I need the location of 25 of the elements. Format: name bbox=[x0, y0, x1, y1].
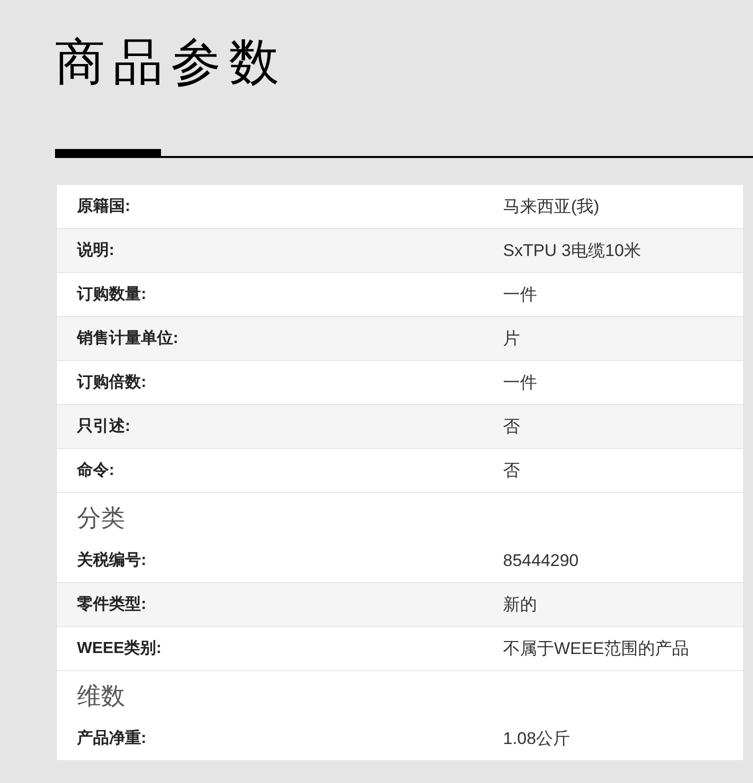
spec-label: 命令: bbox=[76, 460, 116, 480]
spec-label: 关税编号: bbox=[76, 550, 148, 570]
spec-value: 马来西亚(我) bbox=[503, 196, 600, 218]
spec-value: SxTPU 3电缆10米 bbox=[503, 240, 641, 262]
spec-value: 85444290 bbox=[503, 550, 579, 572]
spec-value: 1.08公斤 bbox=[503, 728, 570, 750]
spec-label: 产品净重: bbox=[76, 728, 148, 748]
spec-label: 销售计量单位: bbox=[76, 328, 180, 348]
spec-value: 一件 bbox=[503, 372, 537, 394]
spec-value: 否 bbox=[503, 416, 520, 438]
spec-label: 说明: bbox=[76, 240, 116, 260]
section-heading: 分类 bbox=[76, 504, 126, 534]
spec-value: 否 bbox=[503, 460, 520, 482]
spec-label: 只引述: bbox=[76, 416, 132, 436]
spec-value: 一件 bbox=[503, 284, 537, 306]
spec-value: 新的 bbox=[503, 594, 537, 616]
spec-label: 零件类型: bbox=[76, 594, 148, 614]
spec-label: 订购数量: bbox=[76, 284, 148, 304]
page-title: 商品参数 bbox=[55, 33, 288, 92]
section-heading: 维数 bbox=[76, 682, 126, 712]
spec-label: WEEE类别: bbox=[76, 638, 162, 658]
spec-value: 片 bbox=[503, 328, 520, 350]
spec-label: 订购倍数: bbox=[76, 372, 148, 392]
spec-label: 原籍国: bbox=[76, 196, 132, 216]
spec-value: 不属于WEEE范围的产品 bbox=[503, 638, 690, 660]
